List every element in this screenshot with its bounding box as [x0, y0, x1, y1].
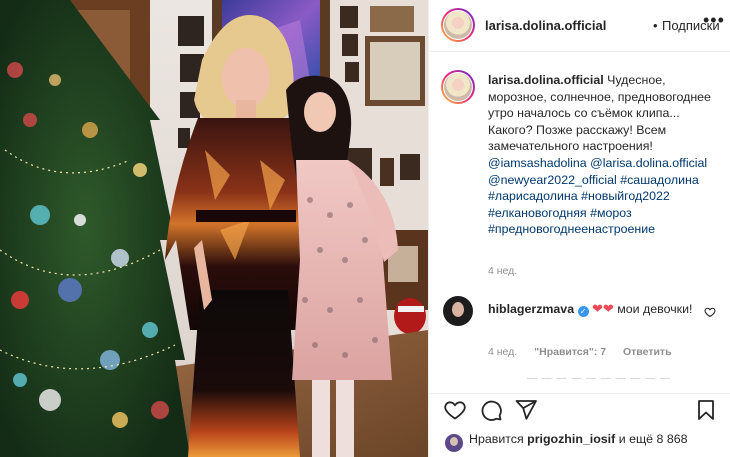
- comment-reply-button[interactable]: Ответить: [623, 346, 672, 358]
- comment-timestamp[interactable]: 4 нед.: [488, 346, 517, 358]
- hashtag-link[interactable]: #ларисадолина: [488, 189, 578, 203]
- caption-timestamp[interactable]: 4 нед.: [488, 265, 517, 277]
- post-header: larisa.dolina.official • Подписки •••: [429, 0, 730, 52]
- liker-avatar[interactable]: [445, 434, 463, 452]
- comment-meta: 4 нед. "Нравится": 7 Ответить: [488, 346, 686, 358]
- likes-summary: Нравится prigozhin_iosif и ещё 8 868: [469, 432, 688, 446]
- post-caption: larisa.dolina.official Чудесное, морозно…: [488, 72, 724, 238]
- mention-link[interactable]: @newyear2022_official: [488, 173, 617, 187]
- comment-likes[interactable]: "Нравится": 7: [534, 346, 606, 358]
- hashtag-link[interactable]: #елкановогодняя: [488, 206, 587, 220]
- separator-dot: •: [653, 18, 658, 33]
- hashtag-link[interactable]: #новыйгод2022: [581, 189, 670, 203]
- hashtag-link[interactable]: #мороз: [590, 206, 632, 220]
- comment: hiblagerzmava ✓ ❤❤ мои девочки!: [488, 300, 708, 318]
- comment-username[interactable]: hiblagerzmava: [488, 302, 574, 316]
- caption-username[interactable]: larisa.dolina.official: [488, 73, 604, 87]
- post-side-panel: larisa.dolina.official • Подписки ••• la…: [428, 0, 730, 457]
- verified-badge-icon: ✓: [577, 306, 589, 317]
- caption-avatar[interactable]: [441, 70, 475, 104]
- post-photo[interactable]: [0, 0, 428, 457]
- mention-link[interactable]: @iamsashadolina: [488, 156, 587, 170]
- share-paper-plane-icon[interactable]: [514, 398, 538, 422]
- post-photo-image: [0, 0, 428, 457]
- commenter-avatar[interactable]: [443, 296, 473, 326]
- likes-count[interactable]: и ещё 8 868: [619, 432, 688, 446]
- hashtag-link[interactable]: #сашадолина: [620, 173, 699, 187]
- comment-bubble-icon[interactable]: [479, 398, 503, 422]
- hashtag-link[interactable]: #предновогоднеенастроение: [488, 222, 655, 236]
- author-avatar[interactable]: [441, 8, 475, 42]
- view-replies-link[interactable]: — — — — — — — — — —: [527, 373, 671, 384]
- like-heart-icon[interactable]: [443, 398, 467, 422]
- author-username[interactable]: larisa.dolina.official: [485, 18, 606, 33]
- post-actions-bar: [429, 393, 730, 423]
- comment-like-heart-icon[interactable]: [704, 305, 716, 323]
- likes-prefix: Нравится: [469, 432, 524, 446]
- comment-text: мои девочки!: [617, 302, 693, 316]
- mention-link[interactable]: @larisa.dolina.official: [590, 156, 707, 170]
- liker-username[interactable]: prigozhin_iosif: [527, 432, 615, 446]
- save-bookmark-icon[interactable]: [694, 398, 718, 422]
- red-heart-emoji-icon: ❤: [592, 301, 603, 316]
- more-dots-icon[interactable]: •••: [703, 10, 725, 31]
- red-heart-emoji-icon: ❤: [602, 301, 614, 316]
